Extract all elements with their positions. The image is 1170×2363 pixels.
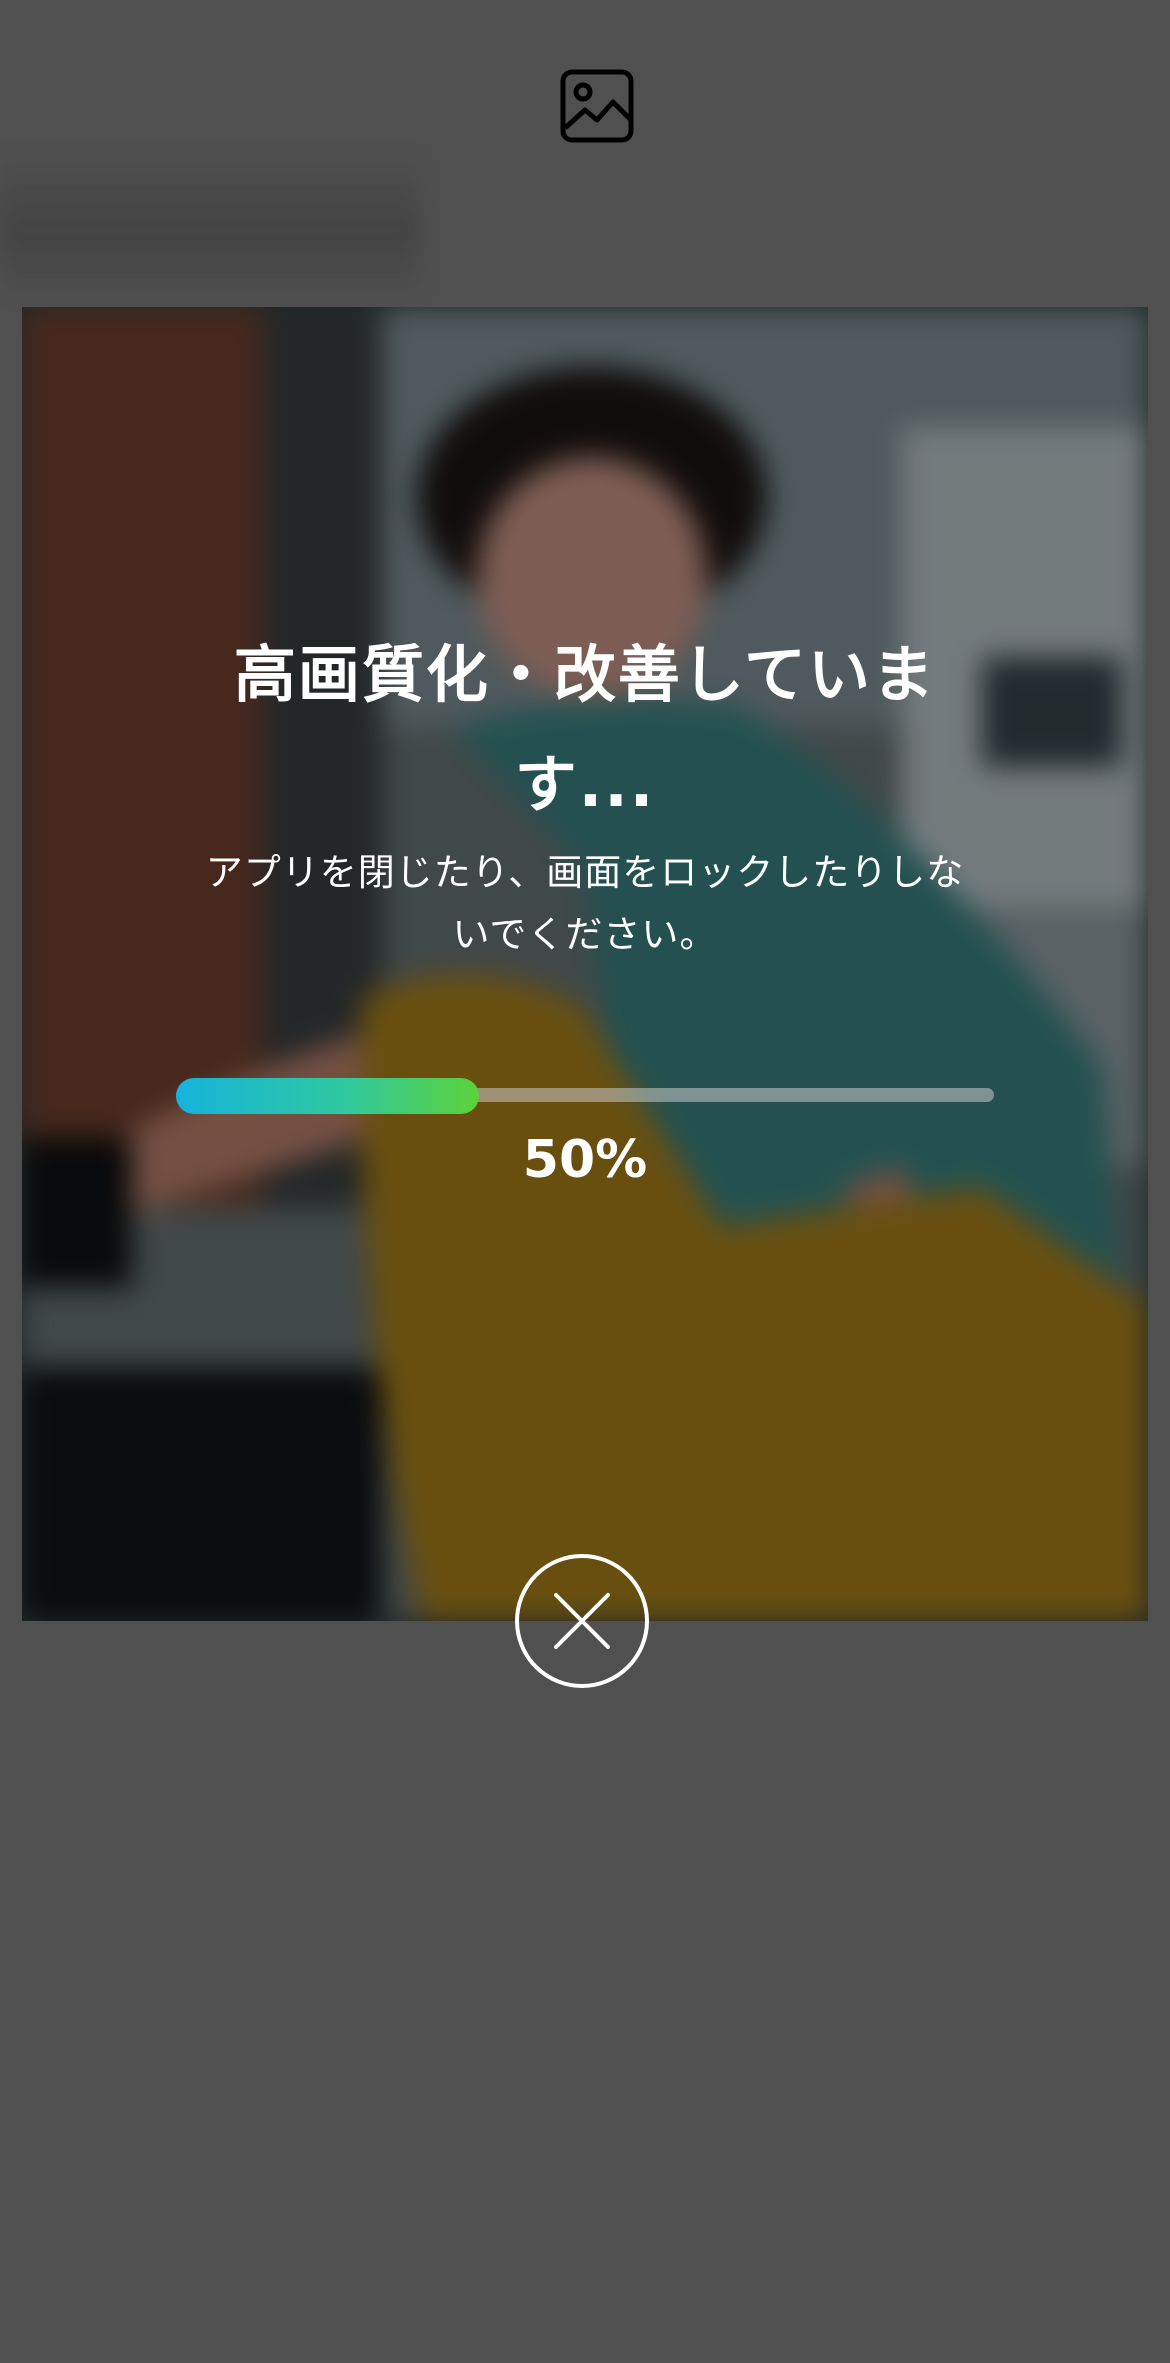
progress-percent: 50% [522, 1130, 648, 1190]
image-icon [560, 69, 634, 143]
progress-fill [176, 1078, 479, 1114]
cancel-button[interactable] [515, 1554, 649, 1688]
processing-title-text: 高画質化・改善していま す... [233, 638, 937, 821]
close-icon [554, 1593, 610, 1649]
background-blur [0, 150, 420, 300]
processing-warning: アプリを閉じたり、画面をロックしたりしな いでください。 [160, 842, 1010, 966]
processing-warning-text: アプリを閉じたり、画面をロックしたりしな いでください。 [205, 851, 965, 956]
processing-title: 高画質化・改善していま す... [190, 620, 980, 840]
